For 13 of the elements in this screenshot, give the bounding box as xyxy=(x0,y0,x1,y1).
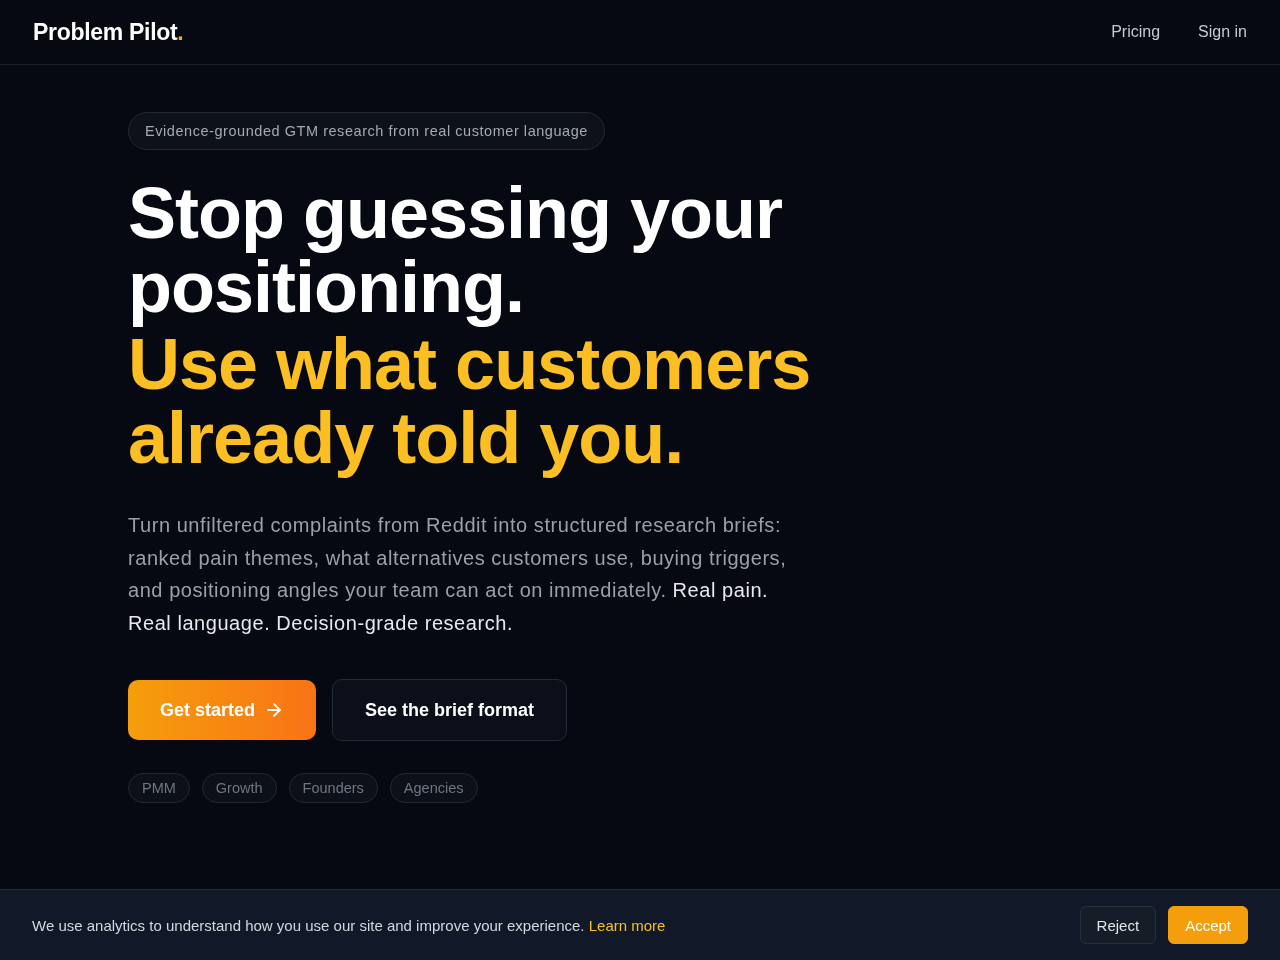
cookie-notice: We use analytics to understand how you use our site and improve your experience. Learn more xyxy=(32,916,666,934)
audience-tag: Agencies xyxy=(389,773,478,804)
logo[interactable]: Problem Pilot. xyxy=(33,18,184,46)
tagline-pill: Evidence-grounded GTM research from real customer language xyxy=(128,112,605,150)
learn-more-link[interactable]: Learn more xyxy=(588,916,666,934)
hero-description: Turn unfiltered complaints from Reddit into structured research briefs: ranked pain themes, what alternatives customers use, buying triggers, and positioning angles your team can act on immediately. Real pain. Real language. Decision-grade research. xyxy=(128,513,788,636)
audience-tag: PMM xyxy=(128,773,190,804)
reject-button[interactable]: Reject xyxy=(1079,906,1157,944)
brief-format-button[interactable]: See the brief format xyxy=(332,679,568,742)
nav-link[interactable]: Pricing xyxy=(1111,23,1161,41)
audience-tag: Founders xyxy=(288,773,378,804)
audience-tag: Growth xyxy=(201,773,277,804)
nav-link[interactable]: Sign in xyxy=(1198,23,1247,41)
